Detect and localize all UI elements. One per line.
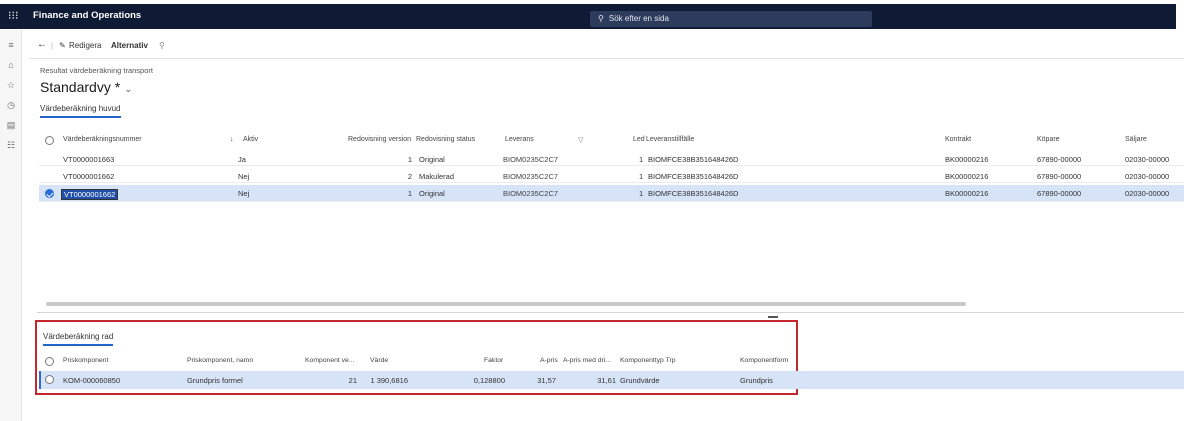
col-kontrakt[interactable]: Kontrakt	[945, 136, 971, 143]
cell-aktiv: Nej	[238, 172, 250, 181]
cell-saljare: 02030-00000	[1125, 172, 1170, 181]
cell-nummer: VT0000001662	[63, 172, 115, 181]
table-row[interactable]	[39, 151, 1184, 166]
col-apris[interactable]: A-pris	[540, 357, 558, 364]
chevron-down-icon: ⌄	[124, 84, 133, 95]
col-kopare[interactable]: Köpare	[1037, 136, 1060, 143]
cell-kopare: 67890-00000	[1037, 155, 1082, 164]
col-tillfalle[interactable]: Leveranstillfälle	[646, 136, 694, 143]
cell-nummer: VT0000001663	[63, 155, 115, 164]
cell-saljare: 02030-00000	[1125, 189, 1170, 198]
table-row[interactable]	[39, 168, 1184, 183]
cell-status: Makulerad	[419, 172, 455, 181]
col-komponent-ve[interactable]: Komponent ve...	[305, 357, 355, 364]
cell-komponenttyp: Grundvärde	[620, 376, 660, 385]
cell-kontrakt: BK00000216	[945, 172, 989, 181]
col-saljare[interactable]: Säljare	[1125, 136, 1147, 143]
filter-icon[interactable]: ▽	[578, 136, 583, 144]
search-box[interactable]: ⚲ Sök efter en sida	[590, 11, 872, 27]
splitter-grip-icon[interactable]	[768, 316, 778, 318]
clock-icon[interactable]: ◷	[5, 100, 17, 111]
app-title[interactable]: Finance and Operations	[33, 10, 141, 21]
cell-kontrakt: BK00000216	[945, 155, 989, 164]
tab-lines[interactable]: Värdeberäkning rad	[43, 332, 114, 346]
cell-kontrakt: BK00000216	[945, 189, 989, 198]
options-button[interactable]: Alternativ	[111, 41, 148, 50]
cell-version: 1	[407, 189, 412, 198]
back-arrow-icon[interactable]: ←	[37, 39, 47, 50]
cell-version: 1	[407, 155, 412, 164]
row-checkbox[interactable]	[45, 189, 54, 198]
cell-komponentform: Grundpris	[740, 376, 773, 385]
cell-leverans: BIOM0235C2C7	[503, 155, 559, 164]
pane-splitter[interactable]	[37, 312, 1184, 313]
cell-aktiv: Ja	[238, 155, 246, 164]
lines-row-radio[interactable]	[45, 375, 54, 384]
col-faktor[interactable]: Faktor	[484, 357, 503, 364]
breadcrumb: Resultat värdeberäkning transport	[40, 66, 153, 75]
col-status[interactable]: Redovisning status	[416, 136, 475, 143]
cell-varde: 1 390,6816	[370, 376, 408, 385]
cell-leverans: BIOM0235C2C7	[503, 172, 559, 181]
col-komponentform[interactable]: Komponentform	[740, 357, 788, 364]
list-icon[interactable]: ☷	[5, 140, 17, 151]
edit-icon: ✎	[59, 41, 66, 50]
cell-faktor: 0,128800	[473, 376, 505, 385]
cell-leverans: BIOM0235C2C7	[503, 189, 559, 198]
table-row-selected[interactable]	[39, 185, 1184, 202]
divider: |	[51, 41, 54, 50]
grid-icon[interactable]: ⁝⁝⁝	[8, 11, 19, 22]
col-priskomponent-namn[interactable]: Priskomponent, namn	[187, 357, 253, 364]
cell-version: 2	[407, 172, 412, 181]
col-varde[interactable]: Värde	[370, 357, 388, 364]
cell-priskomponent-namn: Grundpris formel	[187, 376, 243, 385]
view-selector[interactable]: Standardvy * ⌄	[40, 79, 132, 95]
edit-button[interactable]: Redigera	[69, 41, 101, 50]
cell-tillfalle: BIOMFCE38B351648426D	[648, 155, 739, 164]
search-text: Sök efter en sida	[608, 14, 669, 23]
col-version[interactable]: Redovisning version	[348, 136, 411, 143]
cell-apris: 31,57	[537, 376, 556, 385]
col-apris-dri[interactable]: A-pris med dri...	[563, 357, 611, 364]
top-bar-inner: ⁝⁝⁝ Finance and Operations ⚲ Sök efter en…	[0, 4, 1176, 29]
col-led[interactable]: Led	[633, 136, 645, 143]
modules-icon[interactable]: ▤	[5, 120, 17, 131]
search-icon: ⚲	[598, 14, 604, 23]
cell-priskomponent: KOM-000060850	[63, 376, 121, 385]
cell-kopare: 67890-00000	[1037, 189, 1082, 198]
cell-komponent-ve: 21	[348, 376, 357, 385]
cell-led: 1	[639, 189, 644, 198]
home-icon[interactable]: ⌂	[5, 60, 17, 70]
top-bar: ⁝⁝⁝ Finance and Operations ⚲ Sök efter en…	[0, 0, 1184, 30]
cell-status: Original	[419, 155, 445, 164]
left-nav: ≡ ⌂ ☆ ◷ ▤ ☷	[0, 30, 22, 421]
cell-kopare: 67890-00000	[1037, 172, 1082, 181]
sort-descending-icon: ↓	[230, 136, 234, 143]
col-aktiv[interactable]: Aktiv	[243, 136, 258, 143]
cell-led: 1	[639, 172, 644, 181]
cell-nummer-selected[interactable]: VT0000001662	[61, 189, 119, 200]
action-pane: ← | ✎ Redigera Alternativ ⚲	[29, 34, 1184, 59]
select-all-radio[interactable]	[45, 136, 54, 145]
col-priskomponent[interactable]: Priskomponent	[63, 357, 108, 364]
cell-aktiv: Nej	[238, 189, 250, 198]
search-icon[interactable]: ⚲	[159, 41, 165, 50]
col-nummer[interactable]: Värdeberäkningsnummer	[63, 136, 142, 143]
col-komponenttyp[interactable]: Komponenttyp Trp	[620, 357, 676, 364]
menu-icon[interactable]: ≡	[5, 40, 17, 50]
cell-tillfalle: BIOMFCE38B351648426D	[648, 172, 739, 181]
lines-select-all-radio[interactable]	[45, 357, 54, 366]
horizontal-scrollbar[interactable]	[46, 302, 966, 306]
page-title: Standardvy *	[40, 79, 121, 95]
cell-tillfalle: BIOMFCE38B351648426D	[648, 189, 739, 198]
col-leverans[interactable]: Leverans	[505, 136, 534, 143]
cell-status: Original	[419, 189, 445, 198]
tab-header[interactable]: Värdeberäkning huvud	[40, 104, 121, 118]
cell-led: 1	[639, 155, 644, 164]
cell-saljare: 02030-00000	[1125, 155, 1170, 164]
star-icon[interactable]: ☆	[5, 80, 17, 91]
cell-apris-dri: 31,61	[597, 376, 616, 385]
